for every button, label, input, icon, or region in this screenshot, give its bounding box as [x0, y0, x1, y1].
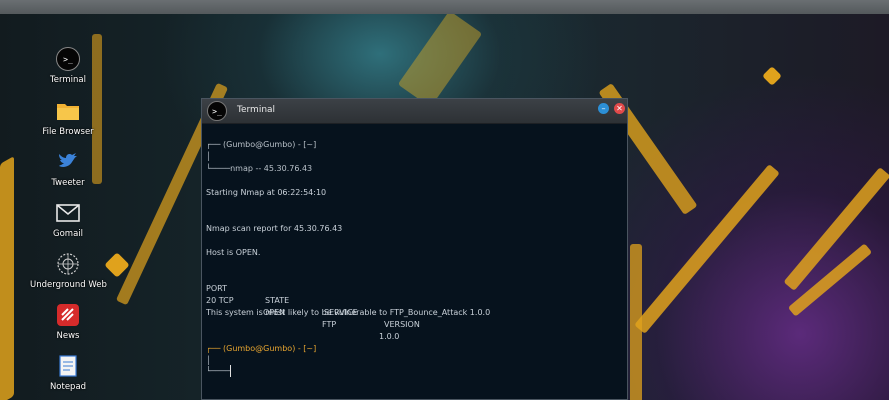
- output-vulnerability: This system is most likely to be vulnera…: [206, 308, 491, 317]
- desktop-icon-underground-web[interactable]: Underground Web: [30, 251, 107, 290]
- table-row: 20 TCP OPEN FTP 1.0.0: [206, 296, 400, 341]
- output-report: Nmap scan report for 45.30.76.43: [206, 224, 343, 233]
- bird-icon: [55, 149, 81, 175]
- terminal-window[interactable]: >_ Terminal – ✕ ┌── (Gumbo@Gumbo) - [~] …: [201, 98, 628, 400]
- news-icon: [55, 302, 81, 328]
- folder-icon: [55, 98, 81, 124]
- desktop-icon-notepad[interactable]: Notepad: [30, 353, 106, 392]
- input-line[interactable]: └────: [206, 365, 232, 378]
- output-starting: Starting Nmap at 06:22:54:10: [206, 188, 327, 197]
- close-button[interactable]: ✕: [614, 103, 625, 114]
- desktop-icon-news[interactable]: News: [30, 302, 106, 341]
- notepad-icon: [55, 353, 81, 379]
- prompt-line: ┌── (Gumbo@Gumbo) - [~]: [206, 344, 317, 353]
- text-cursor: [230, 365, 232, 377]
- desktop-icon-label: Underground Web: [30, 280, 107, 290]
- table-header: PORT STATE SERVICE VERSION: [206, 284, 420, 329]
- desktop-icon-gomail[interactable]: Gomail: [30, 200, 106, 239]
- terminal-icon: >_: [207, 101, 227, 121]
- window-titlebar[interactable]: >_ Terminal – ✕: [202, 99, 627, 124]
- desktop-icon-label: Gomail: [53, 229, 83, 239]
- desktop-icon-label: Notepad: [49, 382, 87, 392]
- desktop-icon-label: Terminal: [50, 75, 86, 85]
- desktop-icon-label: Tweeter: [51, 178, 85, 188]
- command-line: └────nmap -- 45.30.76.43: [206, 164, 313, 173]
- top-panel: [0, 0, 889, 15]
- terminal-output[interactable]: ┌── (Gumbo@Gumbo) - [~] │ └────nmap -- 4…: [206, 131, 621, 397]
- minimize-button[interactable]: –: [598, 103, 609, 114]
- desktop-icon-label: File Browser: [42, 127, 94, 137]
- desktop-icon-terminal[interactable]: >_ Terminal: [30, 46, 106, 85]
- desktop-icon-tweeter[interactable]: Tweeter: [30, 149, 106, 188]
- desktop-icon-file-browser[interactable]: File Browser: [30, 98, 106, 137]
- globe-icon: [55, 251, 81, 277]
- desktop-icon-label: News: [56, 331, 80, 341]
- prompt-line: ┌── (Gumbo@Gumbo) - [~]: [206, 140, 317, 149]
- window-title: Terminal: [237, 105, 276, 115]
- mail-icon: [55, 200, 81, 226]
- output-host: Host is OPEN.: [206, 248, 261, 257]
- terminal-icon: >_: [55, 46, 81, 72]
